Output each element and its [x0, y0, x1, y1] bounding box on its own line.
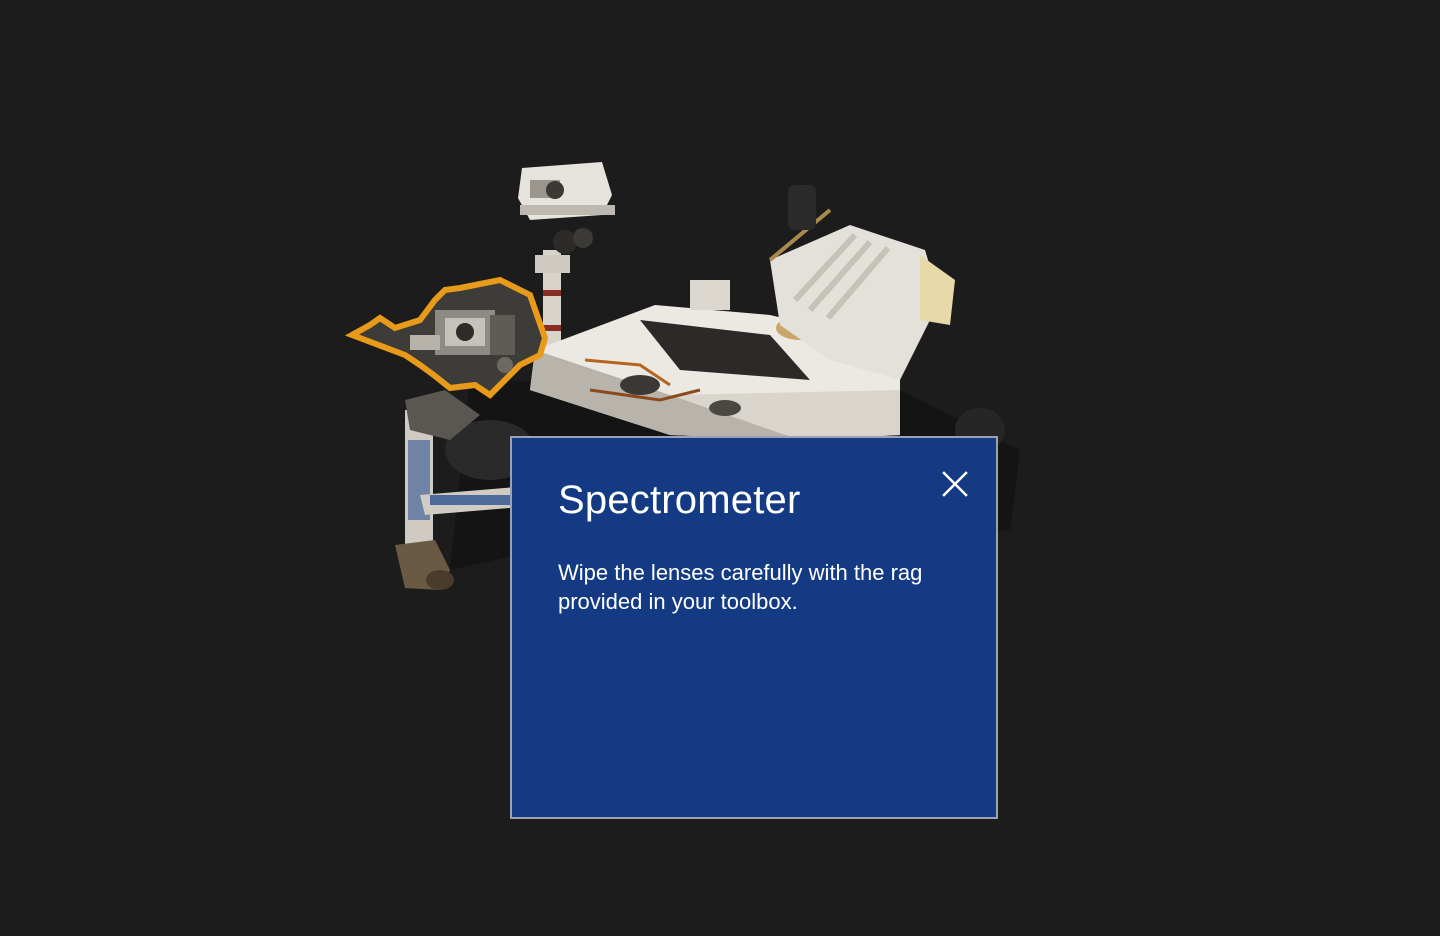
- close-icon: [942, 471, 968, 497]
- info-panel: Spectrometer Wipe the lenses carefully w…: [510, 436, 998, 819]
- close-button[interactable]: [937, 466, 973, 502]
- panel-description: Wipe the lenses carefully with the rag p…: [558, 560, 923, 614]
- panel-title: Spectrometer: [558, 478, 801, 522]
- 3d-viewport[interactable]: Spectrometer Wipe the lenses carefully w…: [0, 0, 1440, 936]
- spectrometer-part[interactable]: [344, 276, 549, 399]
